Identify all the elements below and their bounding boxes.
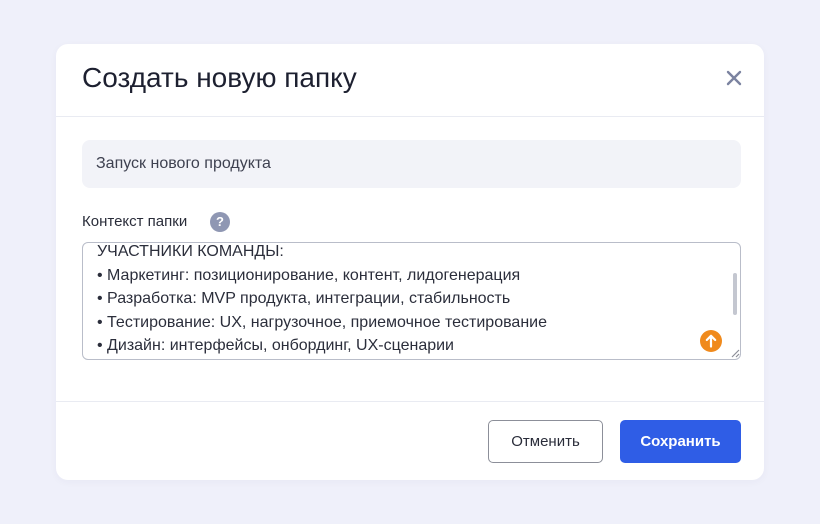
create-folder-dialog: Создать новую папку Контекст папки ? УЧА… [56, 44, 764, 480]
context-text: УЧАСТНИКИ КОМАНДЫ: • Маркетинг: позицион… [97, 243, 547, 354]
save-button[interactable]: Сохранить [620, 420, 741, 463]
context-label: Контекст папки [82, 213, 188, 230]
close-button[interactable] [720, 64, 748, 92]
dialog-header: Создать новую папку [56, 44, 764, 117]
question-circle-icon[interactable]: ? [210, 212, 230, 232]
upload-badge[interactable] [700, 330, 722, 352]
dialog-title: Создать новую папку [82, 62, 357, 93]
close-icon [726, 70, 742, 86]
dialog-footer: Отменить Сохранить [56, 401, 764, 480]
context-textarea[interactable]: УЧАСТНИКИ КОМАНДЫ: • Маркетинг: позицион… [82, 242, 741, 360]
scrollbar-thumb[interactable] [733, 273, 737, 315]
folder-name-input[interactable] [82, 140, 741, 188]
resize-handle-icon[interactable] [731, 349, 740, 358]
cancel-button[interactable]: Отменить [488, 420, 603, 463]
arrow-up-icon [705, 334, 717, 348]
